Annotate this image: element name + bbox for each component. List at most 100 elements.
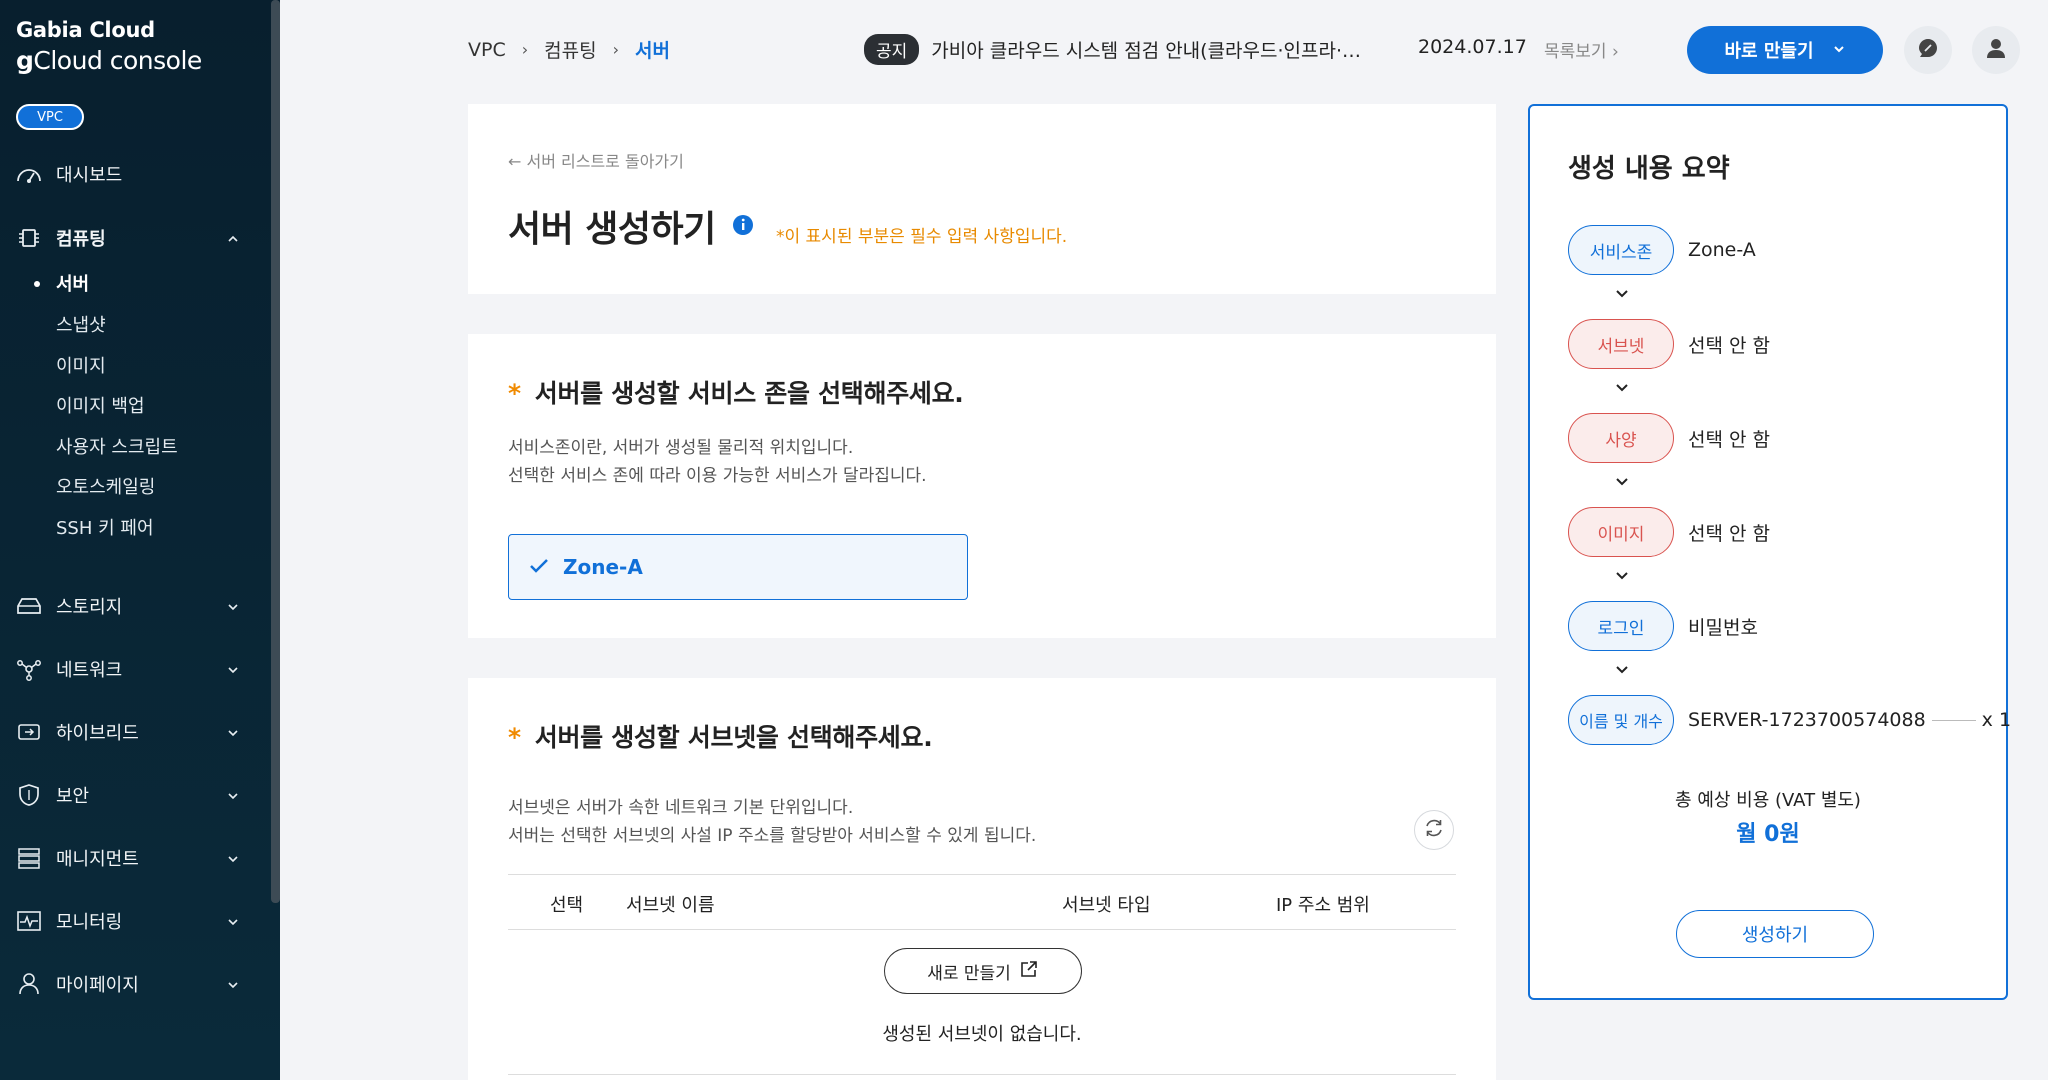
sidebar-item-mypage[interactable]: 마이페이지 [0,964,270,1004]
shield-icon [16,782,42,808]
cost-value: 월 0원 [1736,822,1800,847]
summary-step-spec[interactable]: 사양 선택 안 함 [1568,412,1770,464]
step-label: 이미지 [1568,507,1674,557]
sidebar-sub-image-backup[interactable]: 이미지 백업 [56,390,145,420]
sidebar-item-network[interactable]: 네트워크 [0,649,270,689]
sidebar-item-label: 스토리지 [56,597,123,618]
storage-icon [16,593,42,619]
server-count: x 1 [1981,709,2012,731]
empty-subnet-message: 생성된 서브넷이 없습니다. [882,1024,1082,1045]
chevron-down-icon [226,724,240,745]
step-value: 비밀번호 [1688,616,1758,639]
chevron-down-icon [1614,662,1630,681]
feedback-button[interactable] [1904,26,1952,74]
sidebar-scrollbar[interactable] [271,0,280,903]
subnet-table-header: 선택 서브넷 이름 서브넷 타입 IP 주소 범위 [508,874,1456,930]
external-link-icon [1019,959,1039,984]
sidebar: Gabia Cloud gCloud console VPC 대시보드 컴퓨팅 … [0,0,280,1080]
chevron-right-icon: › [612,40,619,59]
chevron-right-icon: › [1611,42,1619,62]
summary-title: 생성 내용 요약 [1568,154,1730,184]
chevron-down-icon [1614,286,1630,305]
step-label: 사양 [1568,413,1674,463]
monitoring-icon [16,908,42,934]
brand-line2: gCloud console [16,46,202,75]
sidebar-item-label: 하이브리드 [56,723,139,744]
chip-icon [16,225,42,251]
chevron-down-icon [1832,40,1846,61]
required-note: *이 표시된 부분은 필수 입력 사항입니다. [776,227,1068,247]
page-title: 서버 생성하기 [508,209,716,250]
sidebar-sub-autoscaling[interactable]: 오토스케일링 [56,471,155,501]
breadcrumb-server: 서버 [635,40,670,62]
sidebar-item-label: 네트워크 [56,660,123,681]
summary-panel: 생성 내용 요약 서비스존 Zone-A 서브넷 선택 안 함 사양 선택 안 … [1528,104,2011,1000]
info-icon[interactable] [732,214,754,240]
step-label: 이름 및 개수 [1568,695,1674,745]
summary-step-login[interactable]: 로그인 비밀번호 [1568,600,1758,652]
refresh-icon [1423,817,1445,843]
sidebar-item-storage[interactable]: 스토리지 [0,586,270,626]
sidebar-item-security[interactable]: 보안 [0,775,270,815]
notice-list-link[interactable]: 목록보기 › [1544,37,1619,62]
hybrid-icon [16,719,42,745]
create-button[interactable]: 생성하기 [1676,910,1874,958]
chevron-down-icon [226,976,240,997]
subnet-section: * 서버를 생성할 서브넷을 선택해주세요. 서브넷은 서버가 속한 네트워크 기… [468,678,1496,1080]
dashboard-icon [16,161,42,187]
server-rack-icon [16,845,42,871]
network-icon [16,656,42,682]
breadcrumb-vpc[interactable]: VPC [468,39,506,61]
notice-date: 2024.07.17 [1418,36,1527,58]
step-value: 선택 안 함 [1688,334,1770,357]
brand-line1: Gabia Cloud [16,18,155,42]
sidebar-item-label: 모니터링 [56,912,123,933]
step-value: SERVER-1723700574088 x 1 [1688,709,2012,731]
zone-section: * 서버를 생성할 서비스 존을 선택해주세요. 서비스존이란, 서버가 생성될 … [468,334,1496,638]
back-to-server-list-link[interactable]: ← 서버 리스트로 돌아가기 [508,148,684,172]
summary-step-name-count[interactable]: 이름 및 개수 SERVER-1723700574088 x 1 [1568,694,2011,746]
cost-label: 총 예상 비용 (VAT 별도) [1675,790,1861,811]
chevron-down-icon [226,598,240,619]
chat-pen-icon [1916,36,1940,64]
zone-option-zone-a[interactable]: Zone-A [508,534,968,600]
profile-button[interactable] [1972,26,2020,74]
new-subnet-button[interactable]: 새로 만들기 [884,948,1082,994]
sidebar-sub-image[interactable]: 이미지 [56,350,106,380]
sidebar-item-dashboard[interactable]: 대시보드 [0,154,270,194]
breadcrumb-computing[interactable]: 컴퓨팅 [544,36,596,63]
subnet-section-desc: 서브넷은 서버가 속한 네트워크 기본 단위입니다. 서버는 선택한 서브넷의 사… [508,798,1037,846]
vpc-badge[interactable]: VPC [16,104,84,130]
sidebar-item-monitoring[interactable]: 모니터링 [0,901,270,941]
notice-banner[interactable]: 공지 가비아 클라우드 시스템 점검 안내(클라우드·인프라·… [864,34,1361,65]
refresh-button[interactable] [1414,810,1454,850]
sidebar-sub-ssh-keypair[interactable]: SSH 키 페어 [56,512,154,542]
sidebar-item-label: 컴퓨팅 [56,229,106,250]
sidebar-sub-user-script[interactable]: 사용자 스크립트 [56,431,178,461]
summary-step-zone[interactable]: 서비스존 Zone-A [1568,224,1756,276]
chevron-down-icon [1614,474,1630,493]
sidebar-item-label: 대시보드 [56,165,123,186]
col-subnet-type: 서브넷 타입 [1062,895,1151,916]
sidebar-item-label: 매니지먼트 [56,849,139,870]
brand-logo[interactable]: Gabia Cloud gCloud console [16,18,202,75]
chevron-down-icon [1614,568,1630,587]
chevron-down-icon [1614,380,1630,399]
step-label: 서브넷 [1568,319,1674,369]
chevron-right-icon: › [521,40,529,59]
sidebar-item-hybrid[interactable]: 하이브리드 [0,712,270,752]
quick-create-button[interactable]: 바로 만들기 [1687,26,1883,74]
sidebar-sub-server[interactable]: 서버 [33,268,89,298]
step-value: 선택 안 함 [1688,428,1770,451]
step-value: Zone-A [1688,239,1756,261]
sidebar-item-management[interactable]: 매니지먼트 [0,838,270,878]
col-ip-range: IP 주소 범위 [1276,895,1370,916]
sidebar-item-label: 보안 [56,786,90,807]
sidebar-item-computing[interactable]: 컴퓨팅 [0,218,270,258]
chevron-down-icon [226,787,240,808]
summary-step-subnet[interactable]: 서브넷 선택 안 함 [1568,318,1770,370]
sidebar-sub-snapshot[interactable]: 스냅샷 [56,309,106,339]
notice-text[interactable]: 가비아 클라우드 시스템 점검 안내(클라우드·인프라·… [931,36,1361,63]
step-label: 서비스존 [1568,225,1674,275]
summary-step-image[interactable]: 이미지 선택 안 함 [1568,506,1770,558]
